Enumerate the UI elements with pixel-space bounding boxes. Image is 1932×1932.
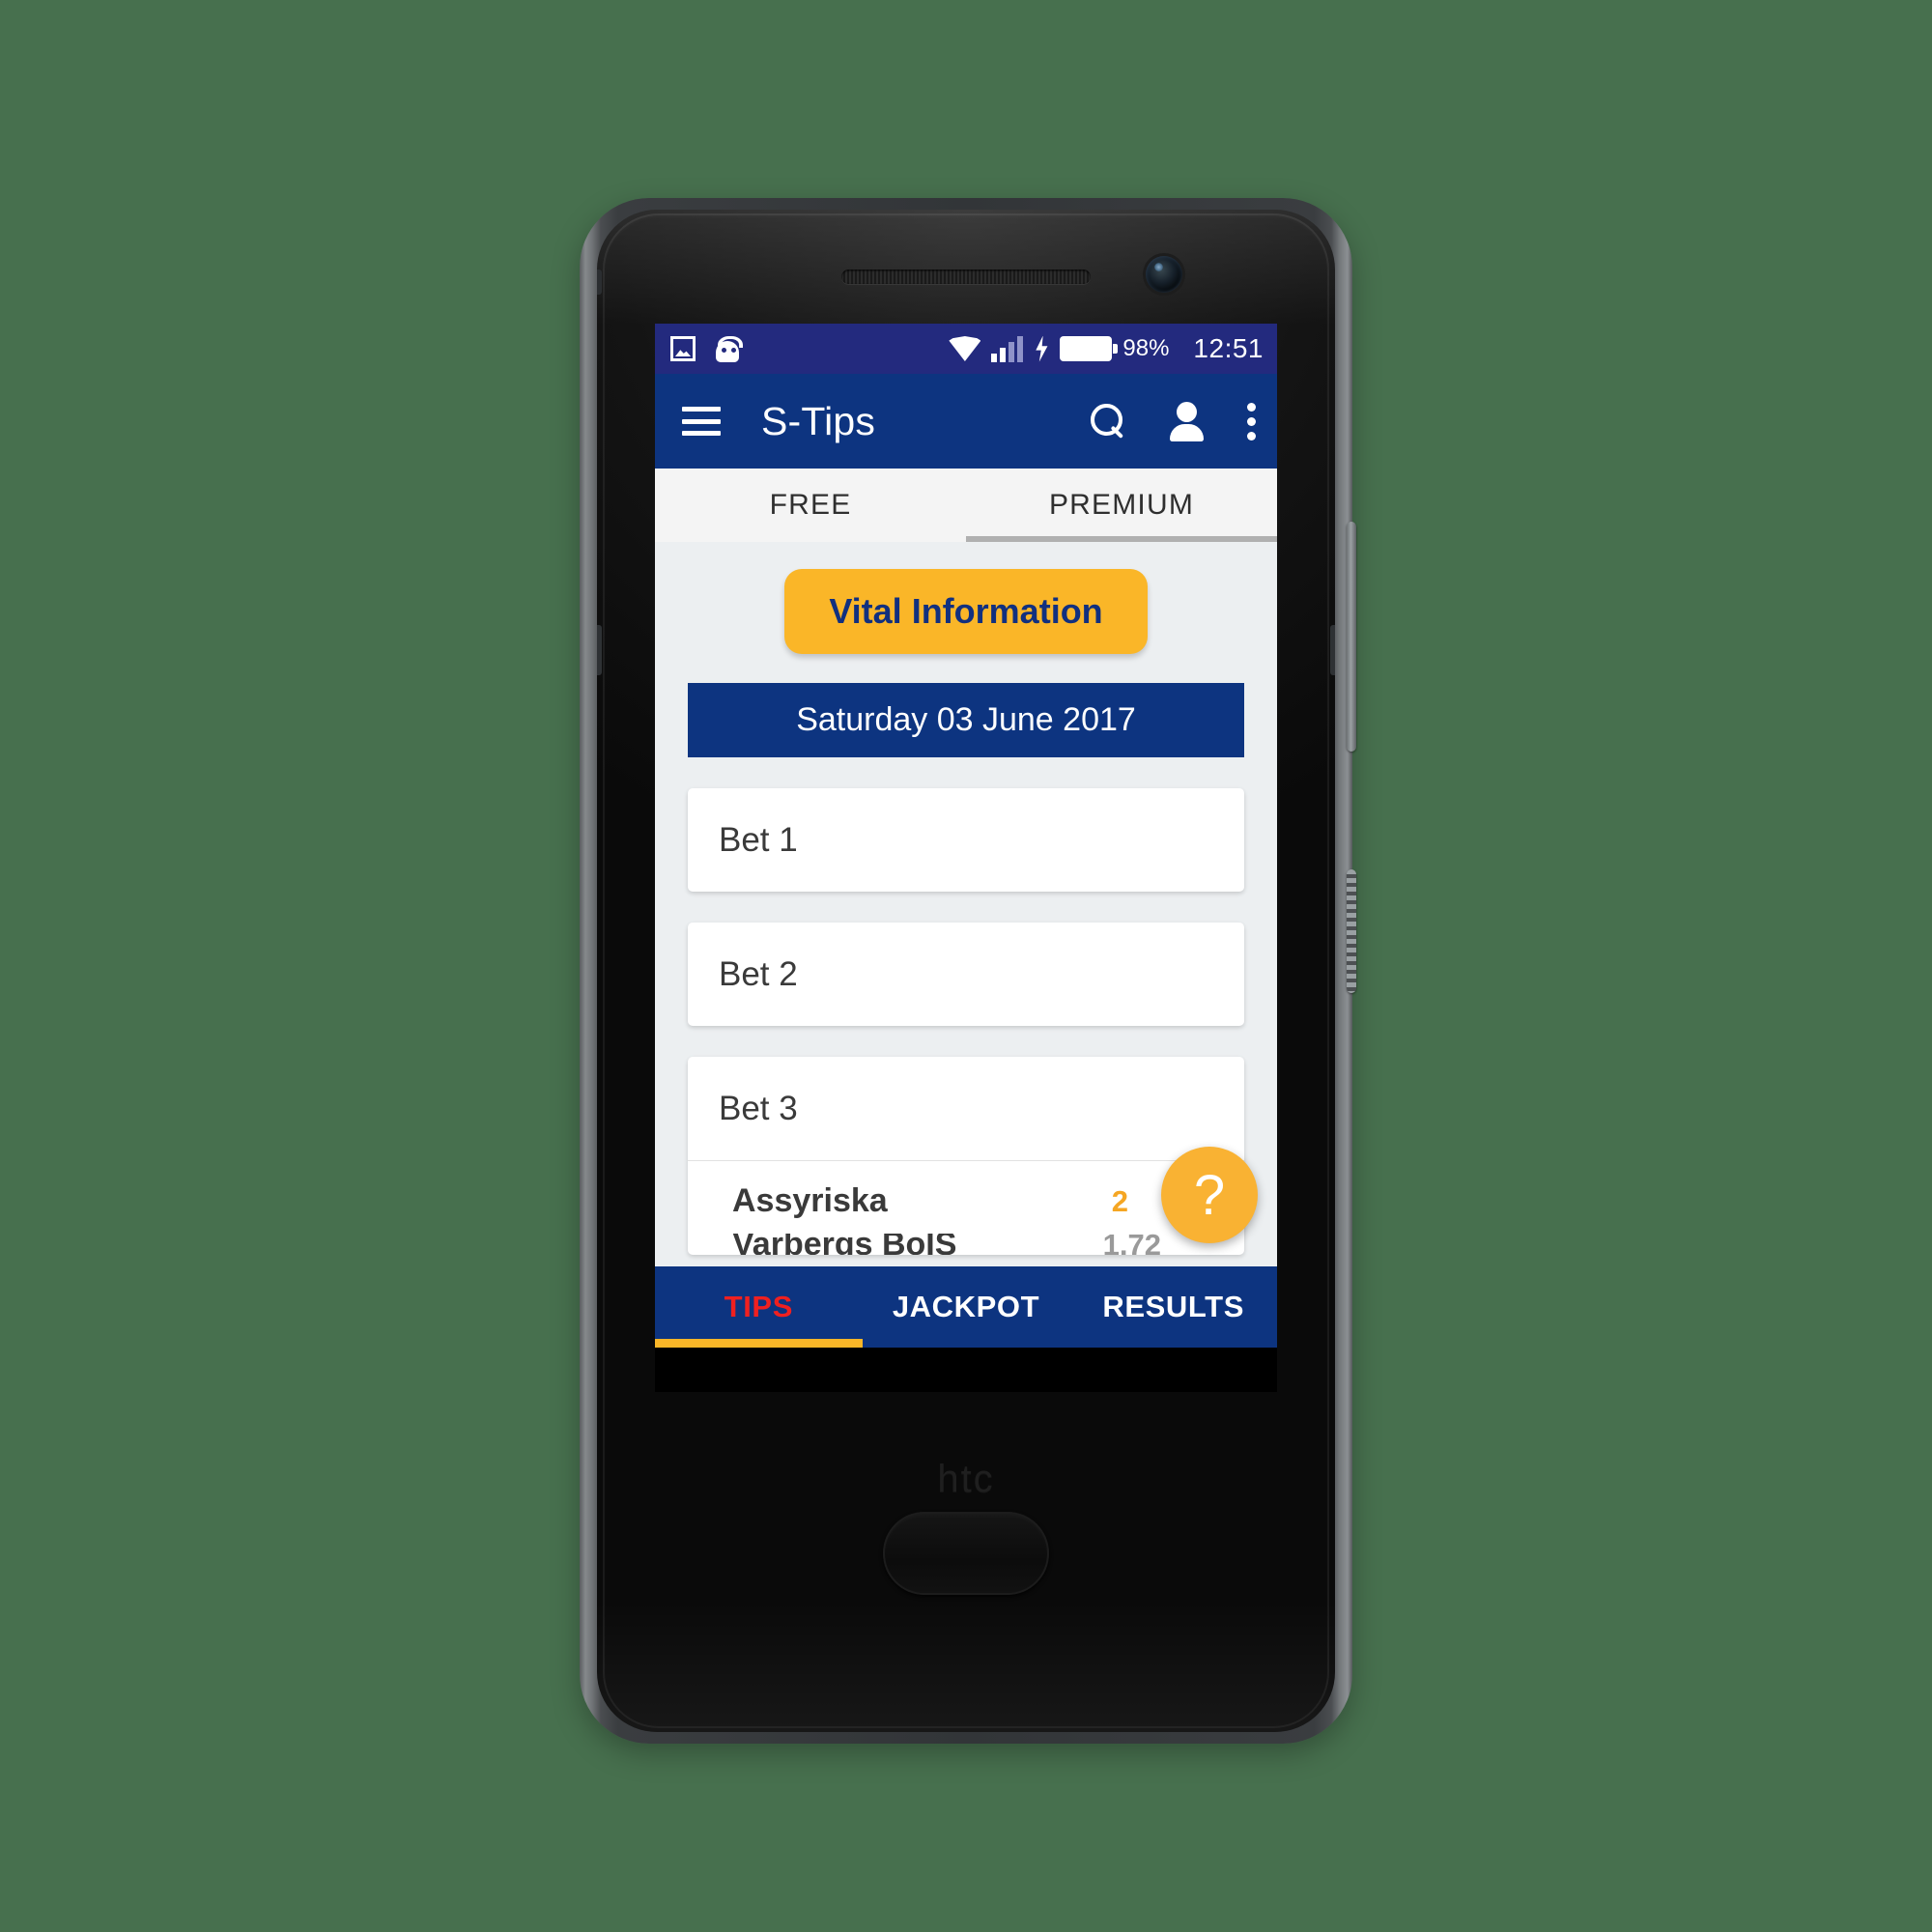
overflow-menu-icon[interactable]: [1247, 402, 1256, 440]
search-icon[interactable]: [1091, 404, 1125, 439]
app-bar-actions: [1091, 402, 1256, 441]
bet-title: Bet 1: [719, 821, 798, 859]
sim-tray: [597, 270, 602, 295]
left-side-notch: [597, 625, 602, 675]
power-button[interactable]: [1347, 869, 1356, 993]
status-bar-notifications: [670, 336, 742, 362]
app-title: S-Tips: [761, 398, 876, 443]
match-pick-value: 2: [1111, 1183, 1128, 1218]
match-team-name: Assyriska: [732, 1182, 888, 1219]
bet-card-2[interactable]: Bet 2: [688, 923, 1244, 1026]
app-bar: S-Tips: [655, 374, 1277, 469]
match-row-partial[interactable]: Varbergs BoIS 1.72: [688, 1234, 1244, 1255]
person-icon[interactable]: [1168, 402, 1205, 441]
tab-premium[interactable]: PREMIUM: [966, 469, 1277, 542]
phone-body: 98% 12:51 S-Tips FREE PREMIUM Vital Info…: [597, 210, 1335, 1732]
signal-icon: [991, 335, 1024, 362]
status-bar: 98% 12:51: [655, 324, 1277, 374]
home-button[interactable]: [883, 1512, 1049, 1595]
screen-bottom-filler: [655, 1348, 1277, 1392]
vital-information-button[interactable]: Vital Information: [784, 569, 1148, 654]
status-bar-system: 98% 12:51: [949, 333, 1264, 364]
bet-title: Bet 3: [719, 1090, 798, 1127]
app-ui: 98% 12:51 S-Tips FREE PREMIUM Vital Info…: [655, 324, 1277, 1392]
front-camera: [1146, 256, 1182, 293]
bet-card-1[interactable]: Bet 1: [688, 788, 1244, 892]
earpiece-speaker: [841, 270, 1091, 284]
hamburger-menu-icon[interactable]: [682, 407, 721, 436]
photo-icon: [670, 336, 696, 361]
match-odds-value: 1.72: [1102, 1234, 1161, 1255]
android-icon: [713, 336, 742, 362]
bottom-nav-tips[interactable]: TIPS: [655, 1266, 863, 1348]
android-eye-right-icon: [731, 347, 736, 353]
bet-title: Bet 2: [719, 955, 798, 993]
tab-free[interactable]: FREE: [655, 469, 966, 542]
volume-rocker-button[interactable]: [1347, 522, 1356, 752]
content-area: Vital Information Saturday 03 June 2017 …: [655, 542, 1277, 1266]
help-fab-button[interactable]: ?: [1161, 1147, 1258, 1243]
bottom-nav-jackpot[interactable]: JACKPOT: [863, 1266, 1070, 1348]
phone-mockup: 98% 12:51 S-Tips FREE PREMIUM Vital Info…: [580, 198, 1356, 1744]
date-banner: Saturday 03 June 2017: [688, 683, 1244, 757]
bet-card-3[interactable]: Bet 3 Assyriska 2 Varbergs BoIS 1.72: [688, 1057, 1244, 1255]
vital-information-wrapper: Vital Information: [688, 542, 1244, 654]
status-bar-clock: 12:51: [1193, 333, 1264, 363]
phone-screen: 98% 12:51 S-Tips FREE PREMIUM Vital Info…: [655, 324, 1277, 1392]
battery-percent: 98%: [1122, 335, 1170, 361]
match-team-name: Varbergs BoIS: [732, 1234, 957, 1255]
bottom-nav-results[interactable]: RESULTS: [1069, 1266, 1277, 1348]
battery-icon: [1060, 336, 1119, 361]
tab-bar: FREE PREMIUM: [655, 469, 1277, 542]
htc-brand-logo: htc: [937, 1458, 995, 1500]
right-side-notch: [1330, 625, 1335, 675]
charging-bolt-icon: [1036, 335, 1048, 362]
bottom-navigation: TIPS JACKPOT RESULTS: [655, 1266, 1277, 1348]
android-eye-left-icon: [722, 347, 726, 353]
wifi-icon: [949, 336, 981, 361]
